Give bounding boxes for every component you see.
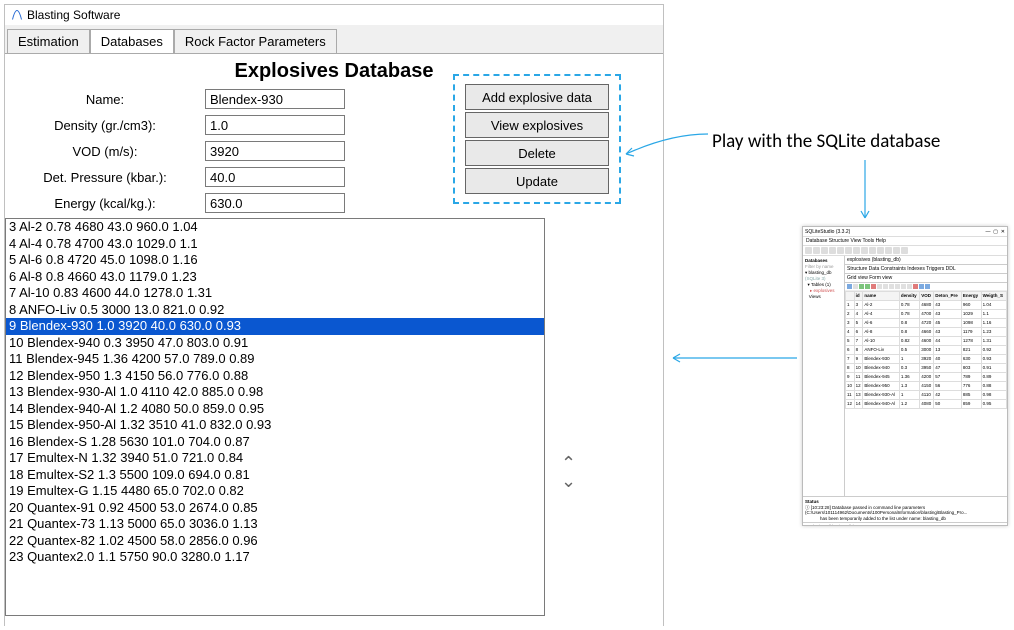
pressure-input[interactable] (205, 167, 345, 187)
arrow-icon (855, 158, 875, 224)
list-item[interactable]: 4 Al-4 0.78 4700 43.0 1029.0 1.1 (6, 236, 544, 253)
sqlite-window: SQLiteStudio (3.3.2) — ▢ ✕ Database Stru… (802, 226, 1008, 526)
arrow-icon (665, 348, 800, 368)
tabstrip: Estimation Databases Rock Factor Paramet… (5, 29, 663, 53)
button-group: Add explosive data View explosives Delet… (453, 74, 621, 204)
chevron-up-icon[interactable]: ⌃ (561, 454, 576, 472)
sqlite-status: Status ⓘ [10:23:28] Database passed in c… (803, 496, 1007, 522)
tab-estimation[interactable]: Estimation (7, 29, 90, 53)
annotation-text: Play with the SQLite database (712, 130, 940, 153)
app-window: Blasting Software Estimation Databases R… (4, 4, 664, 626)
vod-label: VOD (m/s): (5, 144, 205, 159)
delete-button[interactable]: Delete (465, 140, 609, 166)
sqlite-menu[interactable]: Database Structure View Tools Help (803, 237, 1007, 246)
list-item[interactable]: 23 Quantex2.0 1.1 5750 90.0 3280.0 1.17 (6, 549, 544, 566)
sqlite-grid[interactable]: idnamedensityVODDeton_PreEnergyWeigth_S1… (845, 291, 1007, 496)
titlebar: Blasting Software (5, 5, 663, 25)
scroll-hints: ⌃ ⌄ (561, 454, 576, 490)
list-item[interactable]: 21 Quantex-73 1.13 5000 65.0 3036.0 1.13 (6, 516, 544, 533)
update-button[interactable]: Update (465, 168, 609, 194)
list-item[interactable]: 5 Al-6 0.8 4720 45.0 1098.0 1.16 (6, 252, 544, 269)
sqlite-view-tabs[interactable]: Grid view Form view (845, 274, 1007, 283)
explosives-listbox[interactable]: 3 Al-2 0.78 4680 43.0 960.0 1.044 Al-4 0… (5, 218, 545, 616)
sqlite-subtabs[interactable]: Structure Data Constraints Indexes Trigg… (845, 265, 1007, 274)
list-item[interactable]: 15 Blendex-950-Al 1.32 3510 41.0 832.0 0… (6, 417, 544, 434)
list-item[interactable]: 22 Quantex-82 1.02 4500 58.0 2856.0 0.96 (6, 533, 544, 550)
list-item[interactable]: 18 Emultex-S2 1.3 5500 109.0 694.0 0.81 (6, 467, 544, 484)
list-item[interactable]: 7 Al-10 0.83 4600 44.0 1278.0 1.31 (6, 285, 544, 302)
list-item[interactable]: 12 Blendex-950 1.3 4150 56.0 776.0 0.88 (6, 368, 544, 385)
view-explosives-button[interactable]: View explosives (465, 112, 609, 138)
list-item[interactable]: 8 ANFO-Liv 0.5 3000 13.0 821.0 0.92 (6, 302, 544, 319)
window-title: Blasting Software (27, 8, 120, 22)
arrow-icon (620, 130, 710, 160)
energy-input[interactable] (205, 193, 345, 213)
energy-label: Energy (kcal/kg.): (5, 196, 205, 211)
list-item[interactable]: 9 Blendex-930 1.0 3920 40.0 630.0 0.93 (6, 318, 544, 335)
tab-databases[interactable]: Databases (90, 29, 174, 54)
list-item[interactable]: 17 Emultex-N 1.32 3940 51.0 721.0 0.84 (6, 450, 544, 467)
list-item[interactable]: 13 Blendex-930-Al 1.0 4110 42.0 885.0 0.… (6, 384, 544, 401)
name-input[interactable] (205, 89, 345, 109)
sqlite-main-tab[interactable]: explosives (blasting_db) (845, 256, 1007, 265)
list-item[interactable]: 14 Blendex-940-Al 1.2 4080 50.0 859.0 0.… (6, 401, 544, 418)
sqlite-title: SQLiteStudio (3.3.2) (805, 229, 850, 235)
vod-input[interactable] (205, 141, 345, 161)
sqlite-toolbar[interactable] (803, 246, 1007, 256)
window-controls[interactable]: — ▢ ✕ (986, 229, 1005, 235)
density-label: Density (gr./cm3): (5, 118, 205, 133)
app-icon (11, 9, 23, 21)
list-item[interactable]: 6 Al-8 0.8 4660 43.0 1179.0 1.23 (6, 269, 544, 286)
sqlite-db-tree[interactable]: Databases Filter by name ▾ blasting_db (… (803, 256, 845, 496)
density-input[interactable] (205, 115, 345, 135)
name-label: Name: (5, 92, 205, 107)
list-item[interactable]: 20 Quantex-91 0.92 4500 53.0 2674.0 0.85 (6, 500, 544, 517)
tab-rock-factor[interactable]: Rock Factor Parameters (174, 29, 337, 53)
sqlite-titlebar: SQLiteStudio (3.3.2) — ▢ ✕ (803, 227, 1007, 237)
list-item[interactable]: 16 Blendex-S 1.28 5630 101.0 704.0 0.87 (6, 434, 544, 451)
add-explosive-button[interactable]: Add explosive data (465, 84, 609, 110)
chevron-down-icon[interactable]: ⌄ (561, 472, 576, 490)
list-item[interactable]: 3 Al-2 0.78 4680 43.0 960.0 1.04 (6, 219, 544, 236)
pressure-label: Det. Pressure (kbar.): (5, 170, 205, 185)
list-item[interactable]: 10 Blendex-940 0.3 3950 47.0 803.0 0.91 (6, 335, 544, 352)
tab-body: Explosives Database Name: Density (gr./c… (5, 53, 663, 627)
list-item[interactable]: 11 Blendex-945 1.36 4200 57.0 789.0 0.89 (6, 351, 544, 368)
sqlite-grid-toolbar[interactable] (845, 283, 1007, 291)
sqlite-bottom-tab[interactable]: explosives (blasting_db) (803, 522, 1007, 526)
list-item[interactable]: 19 Emultex-G 1.15 4480 65.0 702.0 0.82 (6, 483, 544, 500)
